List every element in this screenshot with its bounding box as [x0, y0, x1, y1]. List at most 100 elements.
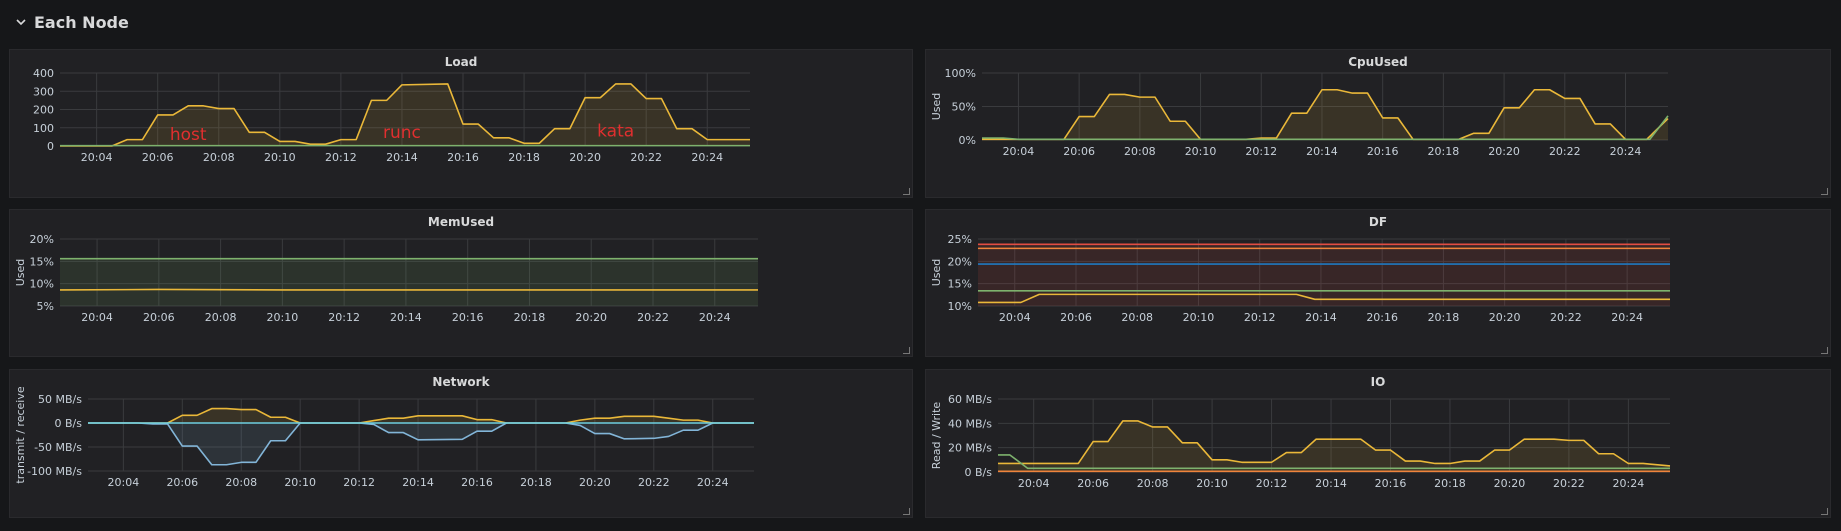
x-tick-label: 20:08	[205, 311, 237, 324]
x-tick-label: 20:18	[1434, 477, 1466, 490]
y-tick-label: 0 B/s	[55, 417, 83, 430]
resize-handle[interactable]	[903, 508, 910, 515]
y-tick-label: 10%	[30, 278, 54, 291]
x-tick-label: 20:20	[575, 311, 607, 324]
panel-df[interactable]: DF 10% 15% 20% 25% 20:04 20:06 20:08 20:10 20:12…	[925, 209, 1831, 357]
panel-cpuused[interactable]: CpuUsed 0% 50% 100% 20:04 20:06 20:08 20:10 20:…	[925, 49, 1831, 198]
x-tick-label: 20:24	[697, 476, 729, 489]
y-tick-label: 100	[33, 122, 54, 135]
x-tick-label: 20:04	[1003, 145, 1035, 158]
x-tick-label: 20:14	[390, 311, 422, 324]
panel-memused[interactable]: MemUsed 5% 10% 15% 20% 20:04 20:06 20:08 20:10 2…	[9, 209, 913, 357]
y-tick-label: 10%	[948, 300, 972, 313]
x-tick-label: 20:08	[1137, 477, 1169, 490]
memused-chart: 5% 10% 15% 20% 20:04 20:06 20:08 20:10 20:12 20:1…	[14, 233, 758, 324]
y-tick-label: 15%	[948, 278, 972, 291]
resize-handle[interactable]	[1821, 347, 1828, 354]
io-chart: 0 B/s 20 MB/s 40 MB/s 60 MB/s 20:04 20:06 20:0…	[930, 393, 1671, 490]
df-chart: 10% 15% 20% 25% 20:04 20:06 20:08 20:10 20:12 20:…	[930, 233, 1670, 324]
x-tick-label: 20:24	[691, 151, 723, 164]
x-tick-label: 20:10	[284, 476, 316, 489]
x-tick-label: 20:10	[1183, 311, 1215, 324]
x-tick-label: 20:06	[1077, 477, 1109, 490]
y-tick-label: 50 MB/s	[38, 393, 82, 406]
x-tick-label: 20:12	[1245, 145, 1277, 158]
x-tick-label: 20:20	[1494, 477, 1526, 490]
x-tick-label: 20:24	[1611, 311, 1643, 324]
panel-io[interactable]: IO 0 B/s 20 MB/s 40 MB/s 60 MB/s 20:04 20:06 2…	[925, 369, 1831, 518]
chart-annotation: kata	[597, 121, 634, 141]
x-tick-label: 20:12	[325, 151, 357, 164]
x-tick-label: 20:18	[508, 151, 540, 164]
x-tick-label: 20:20	[1489, 311, 1521, 324]
x-tick-label: 20:06	[143, 311, 175, 324]
y-tick-label: -100 MB/s	[27, 465, 82, 478]
chart-annotation: host	[170, 125, 207, 145]
x-tick-label: 20:14	[1305, 311, 1337, 324]
x-tick-label: 20:12	[1244, 311, 1276, 324]
x-tick-label: 20:16	[1366, 311, 1398, 324]
y-tick-label: 20%	[30, 233, 54, 246]
y-tick-label: 60 MB/s	[948, 393, 992, 406]
x-tick-label: 20:16	[1375, 477, 1407, 490]
x-tick-label: 20:10	[1196, 477, 1228, 490]
x-tick-label: 20:08	[1121, 311, 1153, 324]
x-tick-label: 20:20	[569, 151, 601, 164]
y-tick-label: 0 B/s	[965, 466, 993, 479]
y-tick-label: 50%	[952, 101, 976, 114]
series-area	[978, 244, 1670, 306]
y-tick-label: 0%	[959, 134, 976, 147]
y-tick-label: 40 MB/s	[948, 417, 992, 430]
x-tick-label: 20:06	[1060, 311, 1092, 324]
y-tick-label: 20 MB/s	[948, 442, 992, 455]
x-tick-label: 20:04	[81, 151, 113, 164]
resize-handle[interactable]	[1821, 188, 1828, 195]
y-axis-label: Used	[930, 93, 943, 121]
x-tick-label: 20:12	[343, 476, 375, 489]
y-tick-label: -50 MB/s	[34, 441, 82, 454]
x-tick-label: 20:24	[1610, 145, 1642, 158]
y-tick-label: 100%	[945, 67, 976, 80]
x-tick-label: 20:16	[1367, 145, 1399, 158]
x-tick-label: 20:22	[1550, 311, 1582, 324]
x-tick-label: 20:08	[1124, 145, 1156, 158]
x-tick-label: 20:14	[386, 151, 418, 164]
x-tick-label: 20:04	[1018, 477, 1050, 490]
chevron-down-icon[interactable]	[14, 15, 28, 29]
y-tick-label: 15%	[30, 255, 54, 268]
x-tick-label: 20:06	[1063, 145, 1095, 158]
x-tick-label: 20:10	[1185, 145, 1217, 158]
x-tick-label: 20:22	[637, 311, 669, 324]
x-tick-label: 20:04	[108, 476, 140, 489]
x-tick-label: 20:16	[452, 311, 484, 324]
x-tick-label: 20:04	[999, 311, 1031, 324]
x-tick-label: 20:12	[1256, 477, 1288, 490]
y-axis-label: Used	[930, 259, 943, 287]
y-tick-label: 300	[33, 85, 54, 98]
x-tick-label: 20:18	[520, 476, 552, 489]
x-tick-label: 20:24	[1613, 477, 1645, 490]
load-chart: 0 100 200 300 400 20:04 20:06 20:08 20:10 20:12 20…	[33, 67, 750, 164]
row-header[interactable]: Each Node	[0, 0, 1841, 44]
x-tick-label: 20:18	[1428, 145, 1460, 158]
y-tick-label: 200	[33, 104, 54, 117]
y-tick-label: 25%	[948, 233, 972, 246]
panel-load[interactable]: Load 0 100 200 300 400 20:04 20:06 20:08 20:10 20…	[9, 49, 913, 198]
x-tick-label: 20:16	[461, 476, 493, 489]
x-tick-label: 20:10	[264, 151, 296, 164]
x-tick-label: 20:06	[166, 476, 198, 489]
x-tick-label: 20:10	[267, 311, 299, 324]
y-tick-label: 20%	[948, 255, 972, 268]
x-tick-label: 20:22	[1553, 477, 1585, 490]
x-tick-label: 20:14	[1306, 145, 1338, 158]
resize-handle[interactable]	[903, 347, 910, 354]
x-tick-label: 20:06	[142, 151, 174, 164]
resize-handle[interactable]	[1821, 508, 1828, 515]
x-tick-label: 20:16	[447, 151, 479, 164]
x-tick-label: 20:08	[225, 476, 257, 489]
x-tick-label: 20:18	[514, 311, 546, 324]
y-axis-label: Used	[14, 259, 27, 287]
resize-handle[interactable]	[903, 188, 910, 195]
panel-network[interactable]: Network -100 MB/s -50 MB/s 0 B/s 50 MB/s 20:…	[9, 369, 913, 518]
cpuused-chart: 0% 50% 100% 20:04 20:06 20:08 20:10 20:12 20:14 2…	[930, 67, 1669, 158]
